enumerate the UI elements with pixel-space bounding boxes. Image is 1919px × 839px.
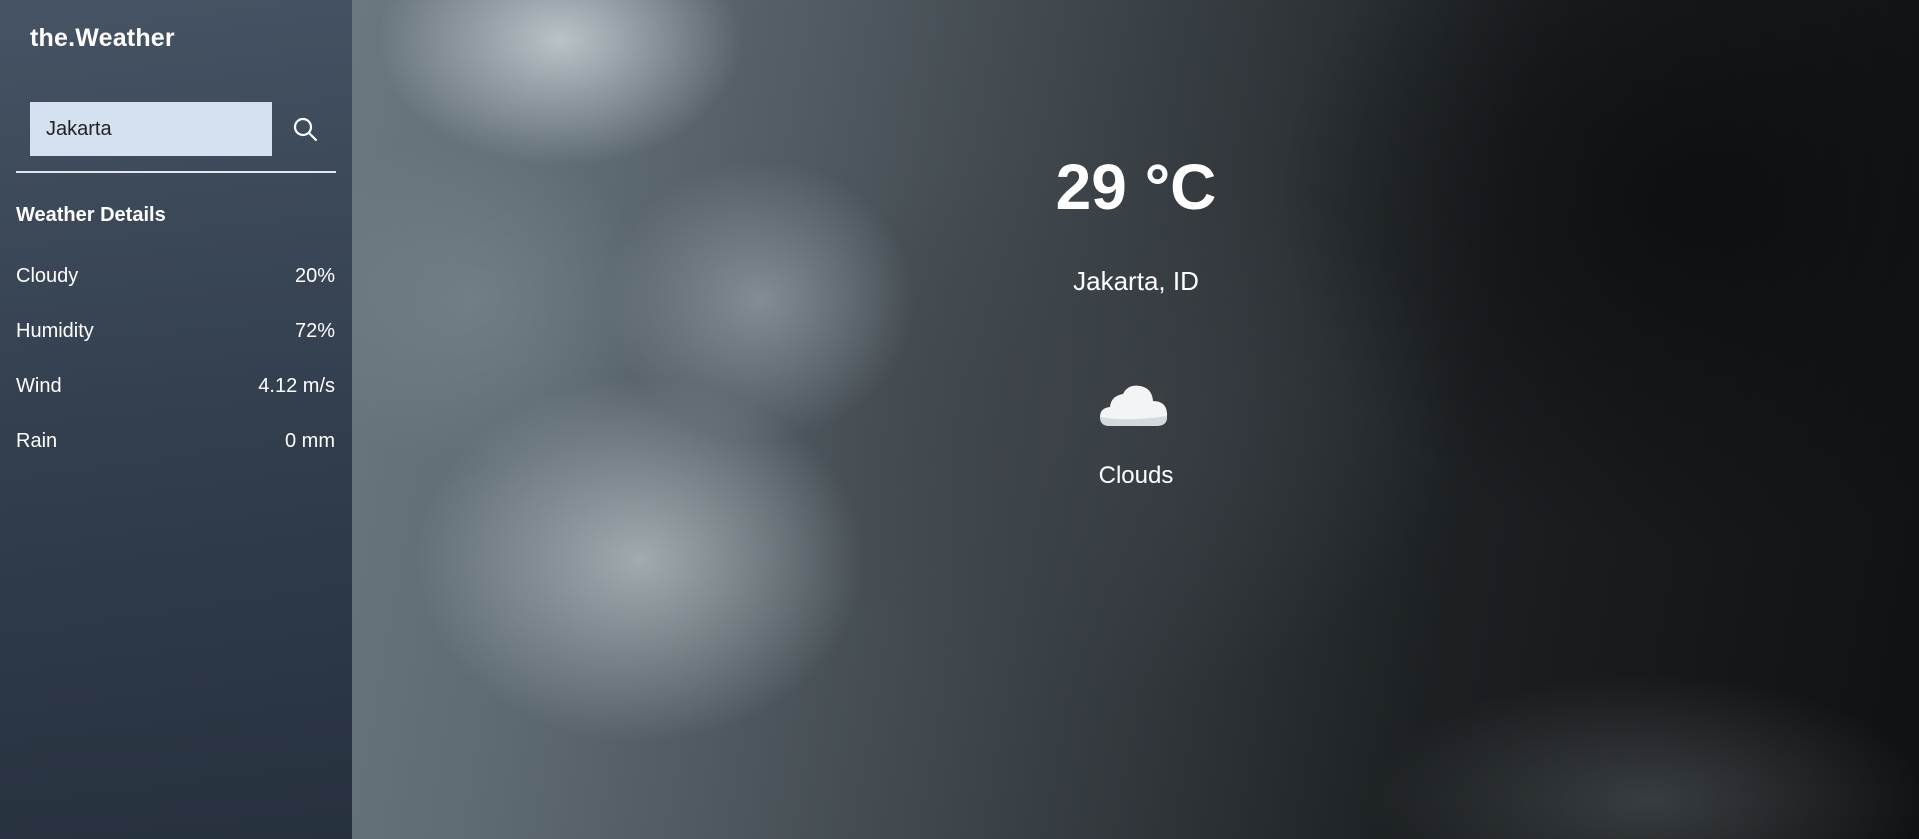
search-input[interactable] (30, 102, 272, 156)
sidebar-panel: the.Weather Weather Details Cloudy 20% H… (0, 0, 352, 839)
detail-row-rain: Rain 0 mm (16, 430, 335, 453)
detail-value: 72% (294, 320, 335, 342)
detail-label: Wind (16, 375, 62, 397)
detail-row-humidity: Humidity 72% (16, 320, 335, 343)
detail-row-cloudy: Cloudy 20% (16, 265, 335, 288)
current-condition: Clouds (1098, 462, 1174, 489)
detail-row-wind: Wind 4.12 m/s (16, 375, 335, 398)
search-icon (293, 117, 318, 142)
weather-details-heading: Weather Details (16, 204, 166, 226)
detail-value: 4.12 m/s (258, 375, 335, 397)
detail-label: Cloudy (16, 265, 79, 287)
brand-logo: the.Weather (30, 24, 175, 52)
detail-label: Rain (16, 430, 58, 452)
search-button[interactable] (286, 110, 326, 150)
search-divider (16, 171, 336, 173)
cloud-icon (1100, 382, 1168, 426)
detail-label: Humidity (16, 320, 94, 342)
detail-value: 20% (294, 265, 335, 287)
current-temperature: 29 °C (1055, 151, 1217, 223)
detail-value: 0 mm (285, 430, 335, 452)
app-root: the.Weather Weather Details Cloudy 20% H… (0, 0, 1919, 839)
current-location: Jakarta, ID (1073, 266, 1199, 296)
